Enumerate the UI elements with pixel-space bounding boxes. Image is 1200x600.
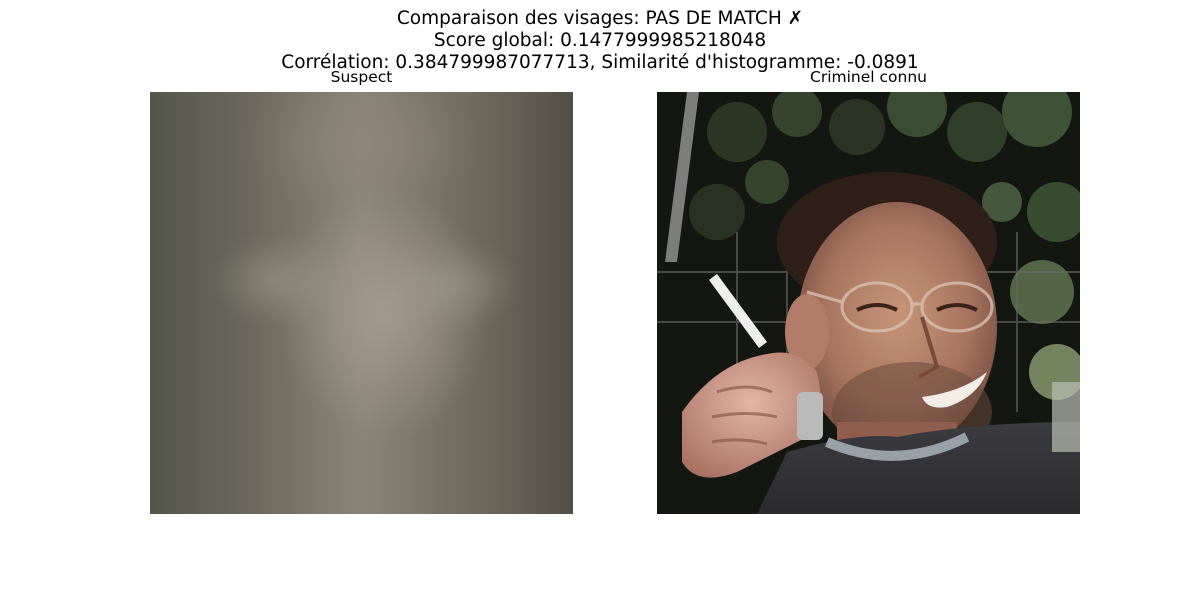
suspect-image <box>150 92 573 514</box>
criminal-image <box>657 92 1080 514</box>
suspect-panel-title: Suspect <box>330 68 393 86</box>
figure-title-line-2: Score global: 0.1477999985218048 <box>433 30 767 51</box>
figure-title-line-1: Comparaison des visages: PAS DE MATCH ✗ <box>396 8 804 29</box>
figure-title: Comparaison des visages: PAS DE MATCH ✗ … <box>0 8 1200 74</box>
face-photo <box>657 92 1080 514</box>
criminal-panel-title: Criminel connu <box>810 68 927 86</box>
blurred-face-image <box>150 92 573 514</box>
